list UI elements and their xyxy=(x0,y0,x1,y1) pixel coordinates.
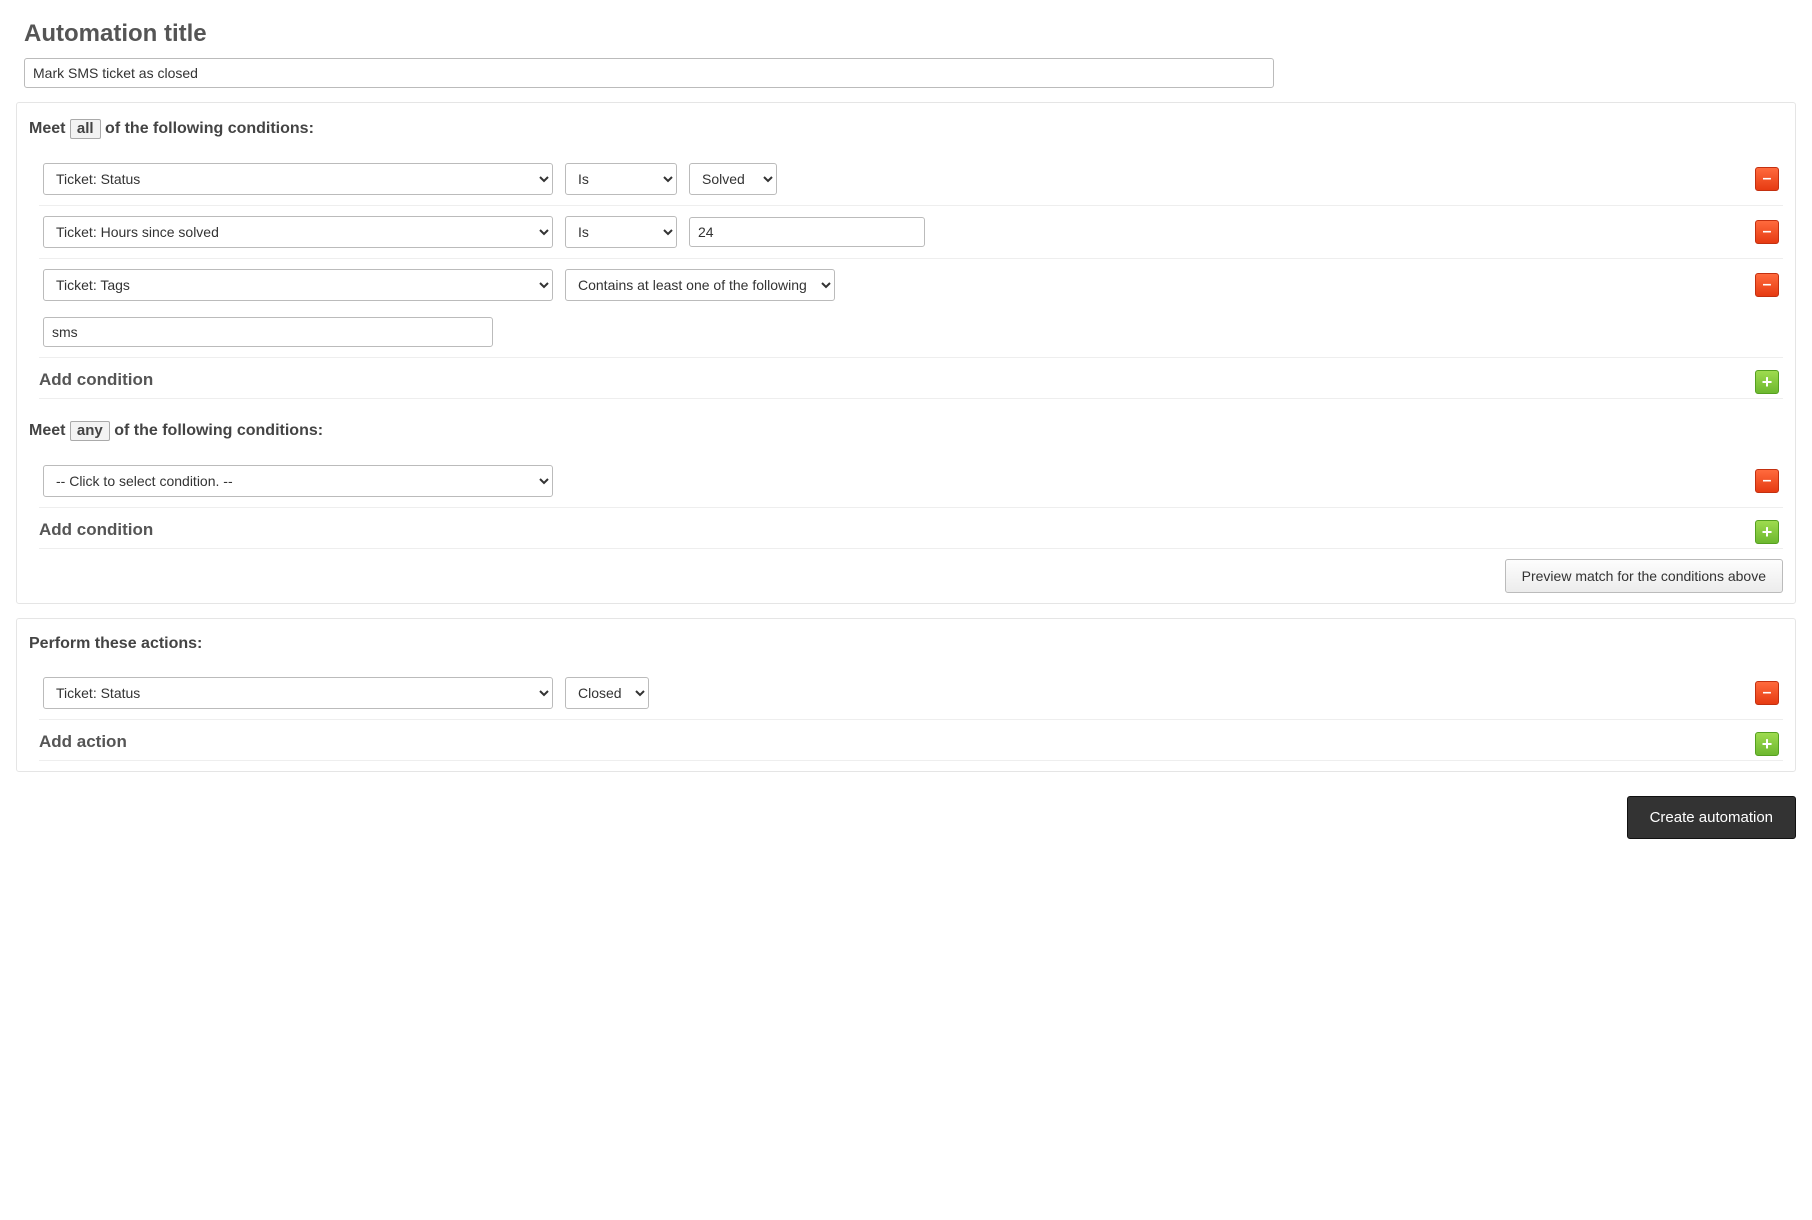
add-condition-button[interactable] xyxy=(1755,370,1779,394)
condition-operator-select[interactable]: Is xyxy=(565,163,677,195)
condition-value-input[interactable] xyxy=(689,217,925,247)
actions-heading: Perform these actions: xyxy=(29,635,1783,653)
condition-field-select[interactable]: Ticket: Status xyxy=(43,163,553,195)
conditions-panel: Meet all of the following conditions: Ti… xyxy=(16,102,1796,604)
condition-value-select[interactable]: Solved xyxy=(689,163,777,195)
condition-row: Ticket: Hours since solved Is xyxy=(39,206,1783,259)
create-automation-button[interactable]: Create automation xyxy=(1627,796,1796,839)
condition-field-select[interactable]: Ticket: Hours since solved xyxy=(43,216,553,248)
remove-condition-button[interactable] xyxy=(1755,273,1779,297)
add-condition-row: Add condition xyxy=(39,358,1783,399)
label-pre: Meet xyxy=(29,422,65,439)
add-condition-row: Add condition xyxy=(39,508,1783,549)
remove-condition-button[interactable] xyxy=(1755,220,1779,244)
all-badge: all xyxy=(70,119,101,139)
automation-title-input[interactable] xyxy=(24,58,1274,88)
add-condition-button[interactable] xyxy=(1755,520,1779,544)
conditions-any-heading: Meet any of the following conditions: xyxy=(29,421,1783,441)
actions-panel: Perform these actions: Ticket: Status Cl… xyxy=(16,618,1796,772)
condition-row: Ticket: Status Is Solved xyxy=(39,153,1783,206)
action-row: Ticket: Status Closed xyxy=(39,667,1783,720)
condition-row: -- Click to select condition. -- xyxy=(39,455,1783,508)
action-value-select[interactable]: Closed xyxy=(565,677,649,709)
add-action-label: Add action xyxy=(39,732,127,752)
condition-row: Ticket: Tags Contains at least one of th… xyxy=(39,259,1783,358)
conditions-all-heading: Meet all of the following conditions: xyxy=(29,119,1783,139)
add-action-button[interactable] xyxy=(1755,732,1779,756)
remove-action-button[interactable] xyxy=(1755,681,1779,705)
add-action-row: Add action xyxy=(39,720,1783,761)
condition-field-select[interactable]: -- Click to select condition. -- xyxy=(43,465,553,497)
label-post: of the following conditions: xyxy=(114,422,323,439)
condition-operator-select[interactable]: Contains at least one of the following xyxy=(565,269,835,301)
action-field-select[interactable]: Ticket: Status xyxy=(43,677,553,709)
add-condition-label: Add condition xyxy=(39,520,153,540)
condition-tags-input[interactable] xyxy=(43,317,493,347)
preview-match-button[interactable]: Preview match for the conditions above xyxy=(1505,559,1783,593)
any-badge: any xyxy=(70,421,110,441)
page-title: Automation title xyxy=(24,20,1796,48)
label-post: of the following conditions: xyxy=(105,120,314,137)
label-pre: Meet xyxy=(29,120,65,137)
remove-condition-button[interactable] xyxy=(1755,469,1779,493)
condition-operator-select[interactable]: Is xyxy=(565,216,677,248)
condition-field-select[interactable]: Ticket: Tags xyxy=(43,269,553,301)
add-condition-label: Add condition xyxy=(39,370,153,390)
remove-condition-button[interactable] xyxy=(1755,167,1779,191)
